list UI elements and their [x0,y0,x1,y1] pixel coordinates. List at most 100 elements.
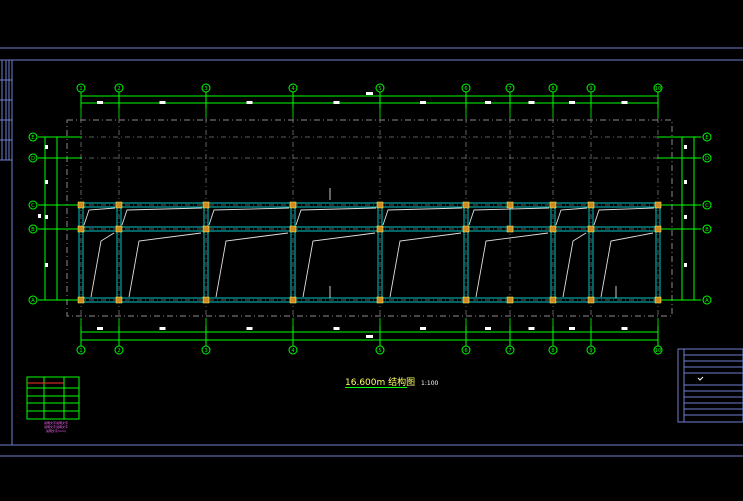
axis-bubble-label: C [31,203,35,209]
dimension-value-mark [45,263,48,267]
axis-bubble-label: D [705,156,709,162]
rebar-line-top [468,207,550,226]
axis-bubble: 5 [375,83,385,93]
axis-bubble: 6 [461,83,471,93]
axis-bubble: C [702,200,712,210]
axis-bubble-label: 8 [551,86,554,92]
structural-beams [78,202,661,303]
title-underline [345,387,407,388]
column [376,225,384,233]
rebar-line-bottom [302,232,376,298]
axis-bubble-label: 10 [655,86,661,92]
column [506,201,514,209]
axis-bubble: 1 [76,83,86,93]
dimension-value-mark [38,214,41,218]
column [376,201,384,209]
axis-bubble: 10 [653,345,663,355]
axis-bubble: 4 [288,345,298,355]
dimension-value-mark [684,263,687,267]
axis-bubble: B [28,224,38,234]
axis-bubble: E [702,132,712,142]
dimension-value-mark [684,145,687,149]
rebar-line-top [593,207,655,226]
axis-bubbles[interactable]: 1 1 2 2 3 3 4 4 5 5 6 6 7 7 8 8 9 9 10 10 E E D D C C B B A A [28,83,712,355]
dimension-value-mark [485,327,491,330]
column [462,201,470,209]
dimension-value-mark [528,327,535,330]
axis-bubble: 8 [548,345,558,355]
column [115,225,123,233]
column [77,296,85,304]
axis-bubble: 6 [461,345,471,355]
title-block [677,348,743,423]
column [587,225,595,233]
column [115,296,123,304]
axis-bubble-label: 6 [464,348,467,354]
dimension-value-mark [366,92,373,95]
axis-bubble: 10 [653,83,663,93]
column [654,296,662,304]
rebar-line-bottom [600,232,654,298]
axis-bubble-label: 4 [291,348,294,354]
column [549,296,557,304]
dimension-value-mark [159,327,166,330]
dimension-value-mark [333,327,340,330]
rebar-line-top [382,207,463,226]
axis-bubble-label: 1 [79,86,82,92]
axis-bubble: 3 [201,345,211,355]
dimension-value-mark [684,215,687,219]
rebar-line-bottom [389,232,462,298]
column [202,201,210,209]
column [115,201,123,209]
rebar-line-bottom [475,232,549,298]
dimension-value-mark [621,101,628,104]
dimension-value-mark [485,101,491,104]
column [202,296,210,304]
rebar-line-top [295,207,377,226]
dimension-lines [38,88,701,346]
axis-bubble: 9 [586,83,596,93]
column [462,296,470,304]
axis-bubble-label: 9 [589,86,592,92]
drawing-scale: 1:100 [421,380,439,387]
dimension-value-mark [420,101,426,104]
axis-bubble-label: 5 [378,348,381,354]
column [506,225,514,233]
column [506,296,514,304]
dimension-value-mark [333,101,340,104]
axis-bubble-label: E [31,135,34,141]
dimension-value-mark [45,215,48,219]
column [654,201,662,209]
axis-bubble-label: 7 [508,348,511,354]
axis-bubble-label: 3 [204,348,207,354]
cad-drawing-canvas[interactable]: 1 1 2 2 3 3 4 4 5 5 6 6 7 7 8 8 9 9 10 10 E E D D C C B B A A [0,0,743,501]
column [289,296,297,304]
axis-bubble: 4 [288,83,298,93]
axis-bubble: C [28,200,38,210]
axis-bubble-label: A [31,298,35,304]
dimension-value-mark [246,327,253,330]
column [462,225,470,233]
sheet-frame [0,47,743,457]
axis-bubble-label: C [705,203,709,209]
rebar-line-top [121,207,203,226]
axis-bubble: 1 [76,345,86,355]
rebar-line-bottom [90,232,115,298]
axis-bubble-label: E [705,135,708,141]
column [587,201,595,209]
dimension-value-mark [45,145,48,149]
column [77,225,85,233]
dimension-value-mark [684,180,687,184]
column [376,296,384,304]
axis-bubble-label: 4 [291,86,294,92]
dimension-value-mark [97,101,103,104]
axis-bubble: 9 [586,345,596,355]
column [289,201,297,209]
axis-bubble: 7 [505,83,515,93]
rebar-line-bottom [128,232,202,298]
axis-bubble: E [28,132,38,142]
axis-bubble-label: 5 [378,86,381,92]
axis-bubble-label: 6 [464,86,467,92]
axis-bubble-label: 1 [79,348,82,354]
axis-bubble-label: 3 [204,86,207,92]
